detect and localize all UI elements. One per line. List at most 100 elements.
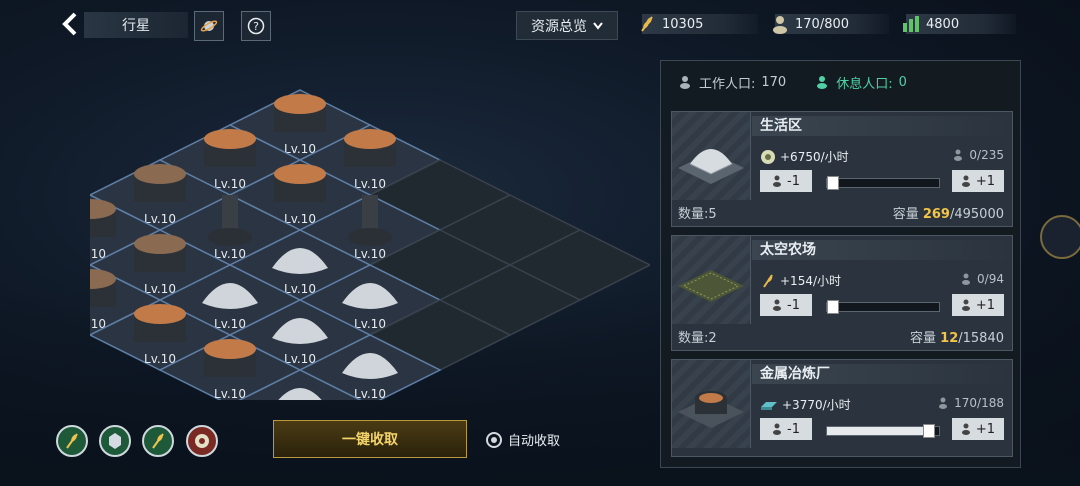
working-value: 170 (761, 74, 787, 90)
wheat-icon (641, 16, 653, 32)
add-worker-label: +1 (975, 173, 996, 189)
worker-slider[interactable] (826, 176, 940, 190)
worker-icon (773, 175, 782, 187)
building-thumbnail (672, 112, 751, 200)
building-level-label: Lv.10 (354, 387, 386, 400)
smelter-building (274, 94, 326, 132)
resting-population: 休息人口: 0 (816, 73, 907, 92)
worker-count-value: 0/94 (977, 272, 1004, 286)
storage-capacity: 容量 269/495000 (893, 203, 1004, 222)
factory-building (90, 199, 116, 237)
metal-ingot-icon (761, 401, 777, 410)
resource-overview-dropdown[interactable]: 资源总览 (516, 11, 618, 40)
chevron-left-icon (62, 12, 77, 36)
building-card-metal-smelter: 金属冶炼厂 +3770/小时 170/188 -1 +1 (671, 359, 1013, 457)
worker-count: 170/188 (938, 396, 1004, 410)
factory-building (134, 234, 186, 272)
resting-label: 休息人口: (836, 76, 893, 92)
worker-slider-fill (827, 427, 928, 435)
capacity-label: 容量 (910, 331, 937, 346)
production-rate: +154/小时 (760, 272, 841, 289)
worker-icon (961, 175, 970, 187)
storage-capacity: 容量 12/15840 (910, 327, 1004, 346)
back-button[interactable] (58, 10, 82, 38)
building-name: 金属冶炼厂 (752, 364, 1010, 384)
metal-bars-icon (903, 16, 919, 32)
building-thumbnail (672, 360, 751, 448)
worker-slider[interactable] (826, 300, 940, 314)
food-boost-button[interactable] (56, 425, 88, 457)
life-boost-button[interactable] (186, 425, 218, 457)
worker-icon (954, 149, 963, 161)
remove-worker-label: -1 (787, 297, 800, 313)
farm-boost-button[interactable] (142, 425, 174, 457)
building-name: 生活区 (752, 116, 1010, 136)
factory-building (134, 164, 186, 202)
collect-all-button[interactable]: 一键收取 (273, 420, 467, 458)
production-rate: +3770/小时 (760, 396, 851, 413)
production-rate: +6750/小时 (760, 148, 849, 165)
planet-icon (200, 20, 218, 32)
resting-value: 0 (898, 74, 907, 90)
worker-slider-handle[interactable] (922, 424, 935, 438)
remove-worker-label: -1 (787, 421, 800, 437)
add-worker-label: +1 (975, 297, 996, 313)
auto-collect-toggle[interactable]: 自动收取 (486, 430, 560, 449)
help-button[interactable]: ? (241, 11, 271, 41)
metal-boost-button[interactable] (99, 425, 131, 457)
worker-icon (961, 423, 970, 435)
resting-worker-icon (817, 76, 828, 89)
building-name: 太空农场 (752, 240, 1010, 260)
worker-icon (961, 299, 970, 311)
capacity-current: 269 (922, 207, 950, 222)
smelter-building (134, 304, 186, 342)
worker-slider[interactable] (826, 424, 940, 438)
smelter-building (204, 339, 256, 377)
dome-building-icon (678, 149, 744, 184)
question-icon: ? (247, 17, 265, 35)
svg-text:?: ? (253, 20, 259, 33)
smelter-building (344, 129, 396, 167)
wheat-icon (152, 433, 164, 449)
building-count: 数量:5 (678, 207, 717, 222)
worker-icon (773, 299, 782, 311)
page-title: 行星 (84, 12, 188, 38)
life-resource-icon (761, 149, 775, 164)
population-panel: 工作人口: 170 休息人口: 0 生活区 +6750/小时 0/235 -1 (660, 60, 1021, 468)
worker-icon (773, 423, 782, 435)
working-population: 工作人口: 170 (679, 73, 786, 92)
building-thumbnail (672, 236, 751, 324)
planet-building-grid[interactable]: Lv.10Lv.10Lv.10Lv.10Lv.10Lv.10Lv.10Lv.10… (90, 70, 650, 400)
worker-count: 0/94 (961, 272, 1004, 286)
remove-worker-button[interactable]: -1 (760, 418, 812, 440)
remove-worker-label: -1 (787, 173, 800, 189)
capacity-max: /495000 (949, 207, 1004, 222)
remove-worker-button[interactable]: -1 (760, 170, 812, 192)
add-worker-button[interactable]: +1 (952, 418, 1004, 440)
resource-food-value: 10305 (662, 16, 704, 32)
worker-slider-handle[interactable] (827, 176, 839, 190)
smelter-building (274, 164, 326, 202)
auto-collect-radio[interactable] (486, 431, 502, 448)
worker-icon (939, 397, 948, 409)
faction-emblem[interactable] (1040, 215, 1080, 259)
capacity-max: /15840 (958, 331, 1004, 346)
worker-slider-handle[interactable] (827, 300, 839, 314)
worker-count-value: 170/188 (954, 396, 1004, 410)
planet-button[interactable] (194, 11, 224, 41)
population-icon (773, 16, 787, 34)
add-worker-button[interactable]: +1 (952, 170, 1004, 192)
building-card-space-farm: 太空农场 +154/小时 0/94 -1 +1 数量:2 容量 12/15840 (671, 235, 1013, 351)
population-summary: 工作人口: 170 休息人口: 0 (661, 61, 1020, 103)
add-worker-button[interactable]: +1 (952, 294, 1004, 316)
working-label: 工作人口: (699, 76, 756, 92)
capacity-current: 12 (940, 331, 959, 346)
worker-count-value: 0/235 (969, 148, 1004, 162)
auto-collect-label: 自动收取 (508, 434, 561, 449)
building-level-label: Lv.10 (214, 387, 246, 400)
remove-worker-button[interactable]: -1 (760, 294, 812, 316)
smelter-building-icon (678, 391, 744, 428)
wheat-icon (66, 433, 78, 449)
resource-food: 10305 (641, 14, 758, 34)
chevron-down-icon (593, 21, 603, 30)
